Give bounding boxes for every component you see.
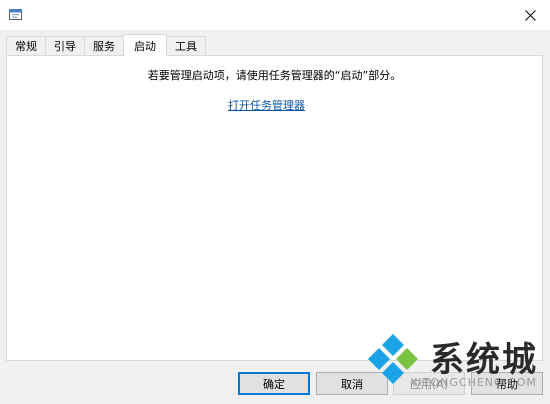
tab-tools[interactable]: 工具 bbox=[166, 36, 206, 55]
close-button[interactable] bbox=[510, 0, 550, 30]
close-icon bbox=[524, 9, 536, 21]
startup-panel: 若要管理启动项，请使用任务管理器的“启动”部分。 打开任务管理器 bbox=[6, 55, 543, 361]
watermark-subtext: XITONGCHENG.COM bbox=[410, 376, 537, 389]
system-config-icon bbox=[9, 9, 22, 20]
watermark: 系统城 XITONGCHENG.COM bbox=[356, 322, 550, 404]
tab-label: 常规 bbox=[15, 40, 37, 53]
watermark-text: 系统城 bbox=[430, 340, 538, 380]
open-task-manager-link[interactable]: 打开任务管理器 bbox=[228, 97, 305, 113]
startup-hint-text: 若要管理启动项，请使用任务管理器的“启动”部分。 bbox=[147, 69, 402, 82]
tab-services[interactable]: 服务 bbox=[84, 36, 124, 55]
title-bar bbox=[0, 0, 550, 30]
tab-label: 引导 bbox=[54, 40, 76, 53]
tab-boot[interactable]: 引导 bbox=[45, 36, 85, 55]
tab-label: 工具 bbox=[175, 40, 197, 53]
tab-general[interactable]: 常规 bbox=[6, 36, 46, 55]
tab-label: 启动 bbox=[134, 39, 156, 53]
tab-startup[interactable]: 启动 bbox=[123, 34, 167, 56]
tab-label: 服务 bbox=[93, 40, 115, 53]
ok-button[interactable]: 确定 bbox=[238, 372, 310, 395]
